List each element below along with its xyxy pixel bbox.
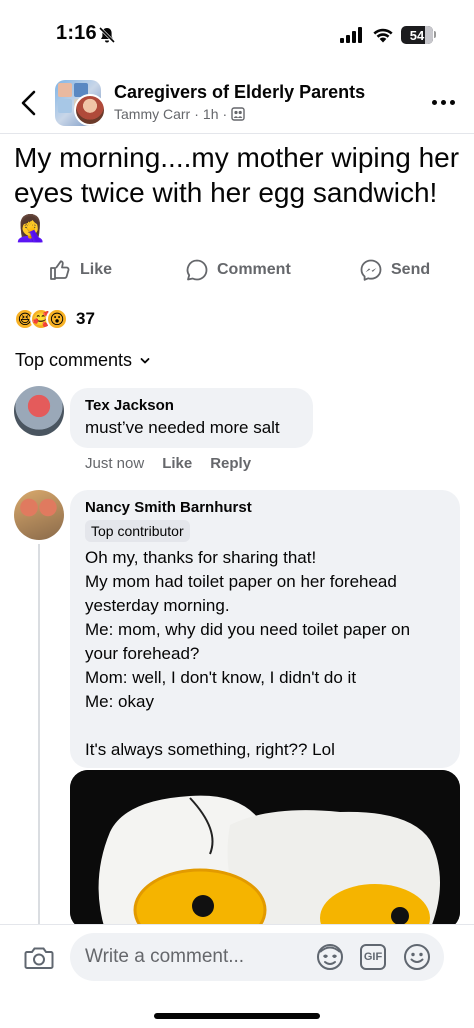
avatar-sticker-icon[interactable] [315,943,345,971]
more-options-button[interactable] [432,100,455,105]
commenter-avatar[interactable] [14,386,64,436]
status-bar: 1:16 54 [0,0,474,70]
comment-line: It's always something, right?? Lol [85,740,335,759]
comment-bubble: Tex Jackson must’ve needed more salt [70,388,313,448]
poster-avatar[interactable] [74,94,106,126]
battery-cap [434,31,436,38]
fried-eggs-image [70,770,460,930]
comment-line: Oh my, thanks for sharing that! [85,548,317,567]
comment-reply-button[interactable]: Reply [210,455,251,472]
reactions-summary[interactable]: 😆 🥰 😮 37 [14,308,95,330]
post-header: Caregivers of Elderly Parents Tammy Carr… [0,74,474,134]
home-indicator [154,1013,320,1019]
group-privacy-icon [231,107,245,121]
post-time: 1h [202,106,219,122]
comment-bubble-icon [186,259,208,281]
group-name[interactable]: Caregivers of Elderly Parents [114,82,365,103]
emoji-icon[interactable] [403,943,431,971]
bell-off-icon [98,26,116,44]
chevron-down-icon [140,357,150,363]
like-label: Like [80,261,113,278]
comment-input[interactable] [70,933,444,981]
poster-name[interactable]: Tammy Carr [114,106,190,122]
more-dot [432,100,437,105]
comment-like-button[interactable]: Like [162,455,192,472]
battery-indicator: 54 [401,26,433,44]
post-body: My morning....my mother wiping her eyes … [14,142,460,208]
thread-line [38,544,40,924]
comment-photo-eggs[interactable] [70,770,460,930]
messenger-icon [360,259,382,281]
camera-icon[interactable] [24,945,54,971]
meta-separator: · [194,106,199,122]
gif-button[interactable]: GIF [360,944,386,970]
comment-line-blank [85,714,445,738]
comment-bubble: Nancy Smith Barnhurst Top contributor Oh… [70,490,460,768]
cellular-signal-icon [340,27,362,43]
comment-button[interactable]: Comment [185,258,291,282]
meta-separator: · [222,106,228,122]
comment-author[interactable]: Tex Jackson [85,397,298,414]
comment-author[interactable]: Nancy Smith Barnhurst [85,499,445,516]
comment-text: must’ve needed more salt [85,418,280,437]
post-actions: Like Comment Send [0,252,474,292]
status-time: 1:16 [56,22,97,44]
post-text: My morning....my mother wiping her eyes … [14,140,464,246]
send-button[interactable]: Send [359,258,430,282]
comment-sort-label: Top comments [15,350,133,370]
wifi-icon [373,28,393,43]
comment-line: My mom had toilet paper on her forehead … [85,572,397,615]
more-dot [441,100,446,105]
thumbs-up-icon [50,260,70,280]
more-dot [450,100,455,105]
like-button[interactable]: Like [48,258,112,282]
comment-timestamp: Just now [85,455,145,472]
comment-label: Comment [217,261,291,278]
commenter-avatar[interactable] [14,490,64,540]
comment-line: Mom: well, I don't know, I didn't do it [85,668,357,687]
send-label: Send [391,261,431,278]
comment-line: Me: okay [85,692,154,711]
reaction-count: 37 [76,309,95,328]
facepalm-emoji: 🤦‍♀️ [14,213,47,243]
comment-actions: Just now Like Reply [85,455,251,472]
top-contributor-badge: Top contributor [85,520,190,542]
comment-sort-selector[interactable]: Top comments [15,350,150,371]
wow-reaction-icon: 😮 [46,308,68,330]
battery-level: 54 [409,27,425,43]
back-arrow-icon[interactable] [16,88,42,118]
post-meta: Tammy Carr · 1h · [114,106,245,122]
comment-composer: GIF [0,924,474,1028]
comment-line: Me: mom, why did you need toilet paper o… [85,620,411,663]
